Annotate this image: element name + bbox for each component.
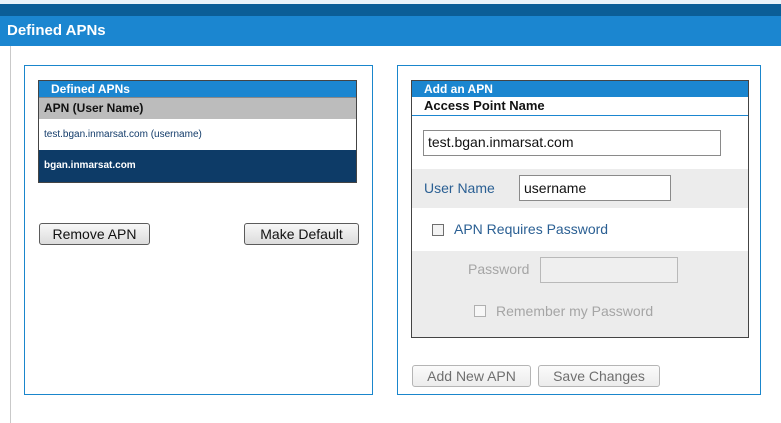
password-input[interactable] xyxy=(540,257,678,283)
requires-password-label[interactable]: APN Requires Password xyxy=(454,221,608,237)
add-apn-header: Add an APN xyxy=(412,81,748,97)
add-apn-form: Add an APN Access Point Name test.bgan.i… xyxy=(411,80,749,338)
top-dark-band xyxy=(0,4,781,16)
username-input[interactable]: username xyxy=(519,175,671,201)
apn-list-item-selected[interactable]: bgan.inmarsat.com xyxy=(39,150,356,182)
remember-password-checkbox[interactable] xyxy=(474,305,486,317)
access-point-name-label: Access Point Name xyxy=(412,97,748,116)
apn-list-item[interactable]: test.bgan.inmarsat.com (username) xyxy=(39,119,356,150)
defined-apns-list: Defined APNs APN (User Name) test.bgan.i… xyxy=(38,80,357,183)
remove-apn-button[interactable]: Remove APN xyxy=(39,223,150,245)
apn-column-header: APN (User Name) xyxy=(39,97,356,119)
add-apn-panel: Add an APN Access Point Name test.bgan.i… xyxy=(397,65,761,395)
requires-password-checkbox[interactable] xyxy=(432,224,444,236)
left-divider xyxy=(10,46,11,423)
make-default-button[interactable]: Make Default xyxy=(244,223,359,245)
remember-password-label[interactable]: Remember my Password xyxy=(496,303,653,319)
defined-apns-list-header: Defined APNs xyxy=(39,81,356,97)
page-title: Defined APNs xyxy=(0,16,781,46)
add-new-apn-button[interactable]: Add New APN xyxy=(412,365,531,387)
defined-apns-panel: Defined APNs APN (User Name) test.bgan.i… xyxy=(24,65,373,395)
access-point-name-input[interactable]: test.bgan.inmarsat.com xyxy=(423,130,721,156)
username-label: User Name xyxy=(424,180,495,196)
password-label: Password xyxy=(468,261,530,277)
save-changes-button[interactable]: Save Changes xyxy=(538,365,660,387)
